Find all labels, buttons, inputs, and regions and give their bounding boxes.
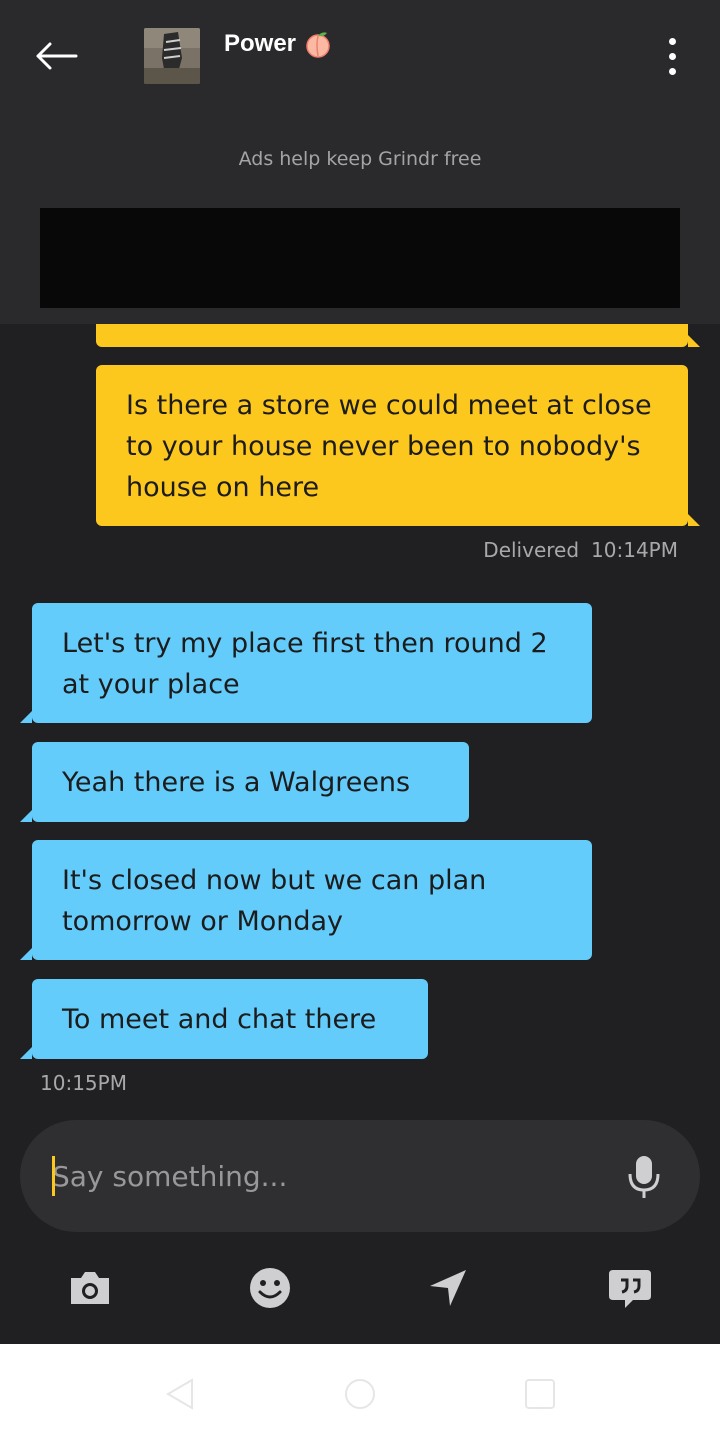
message-bubble-outgoing[interactable]: Is there a store we could meet at close …: [96, 365, 688, 526]
ads-notice: Ads help keep Grindr free: [238, 148, 482, 170]
triangle-back-icon: [166, 1378, 193, 1410]
message-composer: [20, 1120, 700, 1232]
message-text: To meet and chat there: [62, 1004, 377, 1035]
message-input[interactable]: [52, 1154, 612, 1198]
message-bubble-incoming[interactable]: Let's try my place first then round 2 at…: [32, 603, 592, 723]
saved-phrases-button[interactable]: [606, 1264, 654, 1312]
send-location-button[interactable]: [424, 1264, 472, 1312]
emoji-button[interactable]: [246, 1264, 294, 1312]
system-navigation-bar: [0, 1344, 720, 1440]
microphone-icon: [628, 1156, 660, 1198]
message-text: Is there a store we could meet at close …: [126, 390, 652, 503]
incoming-timestamp: 10:15PM: [40, 1071, 127, 1095]
message-bubble-incoming[interactable]: Yeah there is a Walgreens: [32, 742, 469, 822]
arrow-left-icon: [36, 42, 78, 70]
contact-name[interactable]: Power: [224, 30, 332, 58]
nav-back-button[interactable]: [160, 1368, 208, 1416]
circle-home-icon: [345, 1379, 375, 1409]
message-bubble-partial: [96, 324, 688, 347]
delivered-time: 10:14PM: [591, 538, 678, 562]
avatar[interactable]: [144, 28, 200, 84]
location-arrow-icon: [430, 1270, 466, 1306]
delivered-label: Delivered: [483, 538, 580, 562]
message-bubble-incoming[interactable]: It's closed now but we can plan tomorrow…: [32, 840, 592, 960]
voice-message-button[interactable]: [624, 1152, 664, 1200]
message-text: It's closed now but we can plan tomorrow…: [62, 865, 487, 937]
delivery-status: Delivered 10:14PM: [483, 538, 678, 562]
square-recents-icon: [525, 1379, 555, 1409]
message-bubble-incoming[interactable]: To meet and chat there: [32, 979, 428, 1059]
peach-emoji-icon: [306, 32, 330, 58]
back-button[interactable]: [28, 32, 84, 80]
chat-header: Power Ads help keep Grindr free: [0, 0, 720, 324]
nav-recents-button[interactable]: [516, 1368, 564, 1416]
text-caret: [52, 1156, 55, 1196]
nav-home-button[interactable]: [336, 1368, 384, 1416]
more-options-button[interactable]: [652, 32, 692, 80]
ad-banner[interactable]: [40, 208, 680, 308]
more-vertical-icon: [668, 37, 676, 45]
camera-icon: [71, 1272, 109, 1304]
message-text: Yeah there is a Walgreens: [62, 767, 411, 798]
camera-button[interactable]: [66, 1264, 114, 1312]
smiley-icon: [250, 1268, 290, 1308]
quote-bubble-icon: [609, 1270, 651, 1308]
message-text: Let's try my place first then round 2 at…: [62, 628, 548, 700]
contact-name-label: Power: [224, 30, 297, 57]
